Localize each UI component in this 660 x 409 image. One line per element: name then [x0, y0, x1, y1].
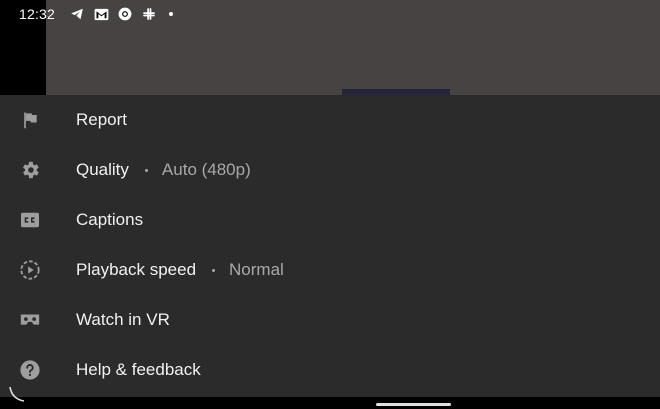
help-feedback-label: Help & feedback — [76, 360, 201, 379]
status-time: 12:32 — [19, 6, 56, 22]
slack-icon — [141, 6, 157, 22]
menu-item-quality[interactable]: Quality Auto (480p) — [0, 145, 660, 195]
more-notifications-dot — [169, 12, 174, 16]
telegram-icon — [69, 6, 85, 22]
video-options-sheet: Report Quality Auto (480p) Captions Play… — [0, 95, 660, 397]
menu-item-captions-label: Captions — [76, 210, 143, 230]
menu-item-watch-in-vr[interactable]: Watch in VR — [0, 295, 660, 345]
help-icon — [18, 358, 42, 382]
menu-item-watch-in-vr-label: Watch in VR — [76, 310, 170, 330]
home-gesture-handle[interactable] — [376, 403, 451, 406]
playback-speed-value: Normal — [229, 260, 284, 279]
watch-in-vr-label: Watch in VR — [76, 310, 170, 329]
chrome-icon — [117, 6, 133, 22]
quality-value: Auto (480p) — [161, 160, 251, 179]
quality-label: Quality — [76, 160, 129, 179]
menu-item-report[interactable]: Report — [0, 95, 660, 145]
closed-captions-icon — [18, 208, 42, 232]
gear-icon — [18, 158, 42, 182]
separator-dot — [212, 268, 216, 272]
separator-dot — [144, 168, 148, 172]
status-bar: 12:32 — [0, 0, 219, 28]
menu-item-report-label: Report — [76, 110, 127, 130]
gmail-icon — [93, 6, 109, 22]
flag-icon — [18, 108, 42, 132]
menu-item-playback-speed[interactable]: Playback speed Normal — [0, 245, 660, 295]
back-gesture-indicator-icon — [9, 386, 25, 402]
menu-item-quality-label: Quality Auto (480p) — [76, 160, 251, 180]
system-navigation-bar — [0, 397, 660, 409]
captions-label: Captions — [76, 210, 144, 229]
playback-speed-icon — [18, 258, 42, 282]
report-label: Report — [76, 110, 128, 129]
menu-item-help-feedback-label: Help & feedback — [76, 360, 201, 380]
menu-item-playback-speed-label: Playback speed Normal — [76, 260, 284, 280]
menu-item-help-feedback[interactable]: Help & feedback — [0, 345, 660, 395]
vr-headset-icon — [18, 308, 42, 332]
playback-speed-label: Playback speed — [76, 260, 197, 279]
screen: 12:32 Report Quality Auto (480p) Caption… — [0, 0, 660, 409]
menu-item-captions[interactable]: Captions — [0, 195, 660, 245]
